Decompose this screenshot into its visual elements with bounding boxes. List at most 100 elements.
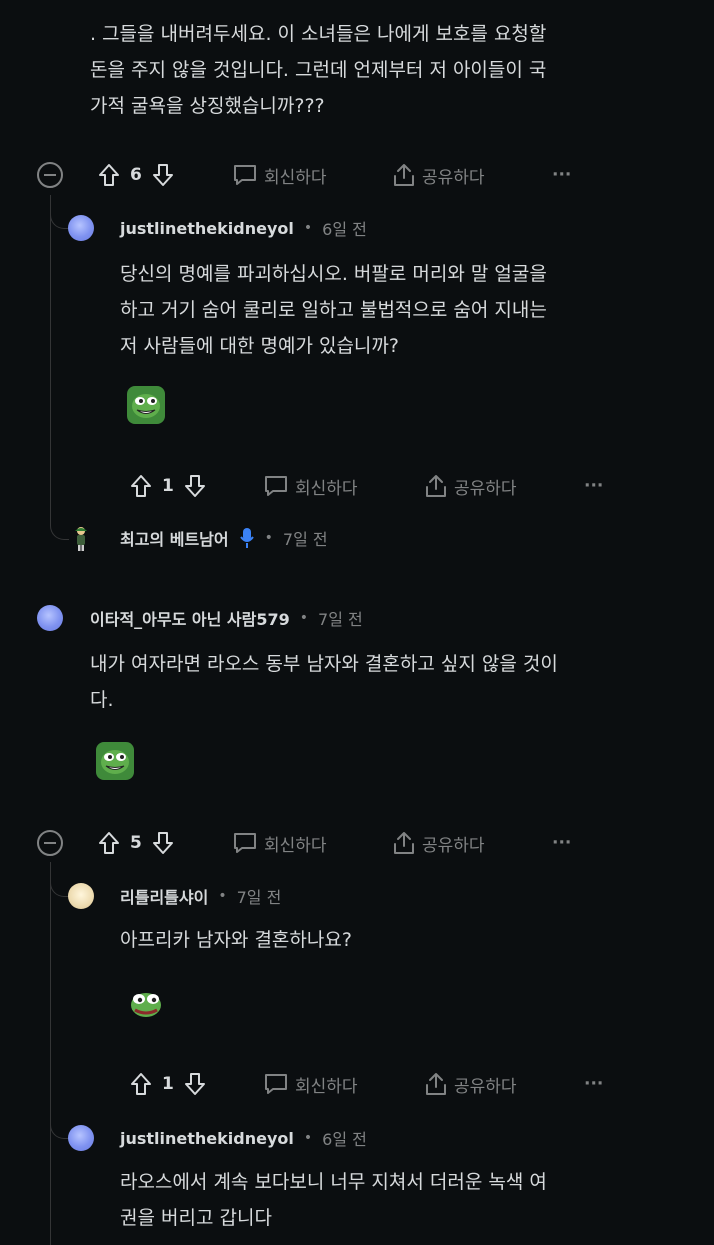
vote-bar: 5 [98,828,174,858]
upvote-icon[interactable] [98,831,120,855]
comment-line: 돈을 주지 않을 것입니다. 그런데 언제부터 저 아이들이 국 [90,59,547,81]
username[interactable]: 이타적_아무도 아닌 사람579 [90,606,290,630]
more-options-button[interactable]: ··· [584,471,603,501]
timestamp: 7일 전 [318,610,363,629]
comment-line: 다. [90,689,114,711]
comment-body: 당신의 명예를 파괴하십시오. 버팔로 머리와 말 얼굴을 하고 거기 숨어 쿨… [120,256,700,364]
upvote-icon[interactable] [98,163,120,187]
upvote-icon[interactable] [130,474,152,498]
username[interactable]: justlinethekidneyol [120,219,294,238]
pepe-sticker [127,985,165,1023]
comment-line: 내가 여자라면 라오스 동부 남자와 결혼하고 싶지 않을 것이 [90,653,558,675]
avatar[interactable] [37,605,63,631]
comment-body: 내가 여자라면 라오스 동부 남자와 결혼하고 싶지 않을 것이 다. [90,646,700,718]
share-label: 공유하다 [422,835,485,856]
separator-dot: • [303,220,313,236]
comment-line: 당신의 명예를 파괴하십시오. 버팔로 머리와 말 얼굴을 [120,263,547,285]
reply-label: 회신하다 [295,478,358,499]
share-button[interactable]: 공유하다 [424,471,517,501]
reply-button[interactable]: 회신하다 [232,828,327,858]
avatar[interactable] [68,883,94,909]
thread-line [50,195,51,525]
comment-line: 라오스에서 계속 보다보니 너무 지쳐서 더러운 녹색 여 [120,1171,547,1193]
share-button[interactable]: 공유하다 [424,1069,517,1099]
username[interactable]: 리틀리틀샤이 [120,884,208,908]
username[interactable]: justlinethekidneyol [120,1129,294,1148]
reply-label: 회신하다 [295,1076,358,1097]
separator-dot: • [299,610,309,626]
thread-connector [50,515,69,540]
comment-line: 하고 거기 숨어 쿨리로 일하고 불법적으로 숨어 지내는 [120,299,547,321]
reply-button[interactable]: 회신하다 [263,1069,358,1099]
timestamp: 6일 전 [322,1130,367,1149]
comment-header: 이타적_아무도 아닌 사람579 • 7일 전 [90,606,363,630]
comment-icon [234,165,256,185]
pepe-sticker [127,386,165,424]
thread-connector [50,876,69,897]
share-label: 공유하다 [454,1076,517,1097]
comment-line: 저 사람들에 대한 명예가 있습니까? [120,335,399,357]
reply-button[interactable]: 회신하다 [263,471,358,501]
share-icon [426,475,446,497]
comment-body: . 그들을 내버려두세요. 이 소녀들은 나에게 보호를 요청할 돈을 주지 않… [90,16,700,124]
comment-body: 아프리카 남자와 결혼하나요? [120,922,700,958]
timestamp: 7일 전 [236,888,282,907]
downvote-icon[interactable] [152,163,174,187]
collapse-icon[interactable] [37,162,63,188]
vote-count: 1 [162,476,174,496]
comment-line: 권을 버리고 갑니다 [120,1207,272,1229]
comment-line: 아프리카 남자와 결혼하나요? [120,929,352,951]
more-icon: ··· [584,476,604,496]
reply-label: 회신하다 [264,167,327,188]
comment-header: 리틀리틀샤이 • 7일 전 [120,884,281,908]
share-icon [394,832,414,854]
more-icon: ··· [552,165,572,185]
vote-count: 6 [130,165,142,185]
share-button[interactable]: 공유하다 [392,160,485,190]
comment-icon [234,833,256,853]
avatar[interactable] [68,215,94,241]
timestamp: 7일 전 [282,530,328,549]
separator-dot: • [303,1130,313,1146]
more-icon: ··· [584,1074,604,1094]
reply-label: 회신하다 [264,835,327,856]
comment-header: justlinethekidneyol • 6일 전 [120,1126,367,1150]
avatar[interactable] [68,1125,94,1151]
comment-header: justlinethekidneyol • 6일 전 [120,216,367,240]
comment-line: 가적 굴욕을 상징했습니까??? [90,95,325,117]
comment-icon [265,476,287,496]
thread-line [50,862,51,1245]
reply-button[interactable]: 회신하다 [232,160,327,190]
vote-bar: 1 [130,471,206,501]
downvote-icon[interactable] [184,1072,206,1096]
comment-line: . 그들을 내버려두세요. 이 소녀들은 나에게 보호를 요청할 [90,23,547,45]
thread-connector [50,208,69,229]
share-label: 공유하다 [454,478,517,499]
more-options-button[interactable]: ··· [552,160,571,190]
timestamp: 6일 전 [322,220,367,239]
share-label: 공유하다 [422,167,485,188]
comment-icon [265,1074,287,1094]
separator-dot: • [218,888,227,904]
vote-count: 5 [130,833,142,853]
comment-body: 라오스에서 계속 보다보니 너무 지쳐서 더러운 녹색 여 권을 버리고 갑니다 [120,1164,700,1236]
mic-icon [239,528,254,548]
more-options-button[interactable]: ··· [552,828,571,858]
share-button[interactable]: 공유하다 [392,828,485,858]
thread-connector [50,1116,69,1139]
vote-bar: 6 [98,160,174,190]
downvote-icon[interactable] [152,831,174,855]
vote-bar: 1 [130,1069,206,1099]
vote-count: 1 [162,1074,174,1094]
more-icon: ··· [552,833,572,853]
downvote-icon[interactable] [184,474,206,498]
username[interactable]: 최고의 베트남어 [120,526,229,550]
comment-header: 최고의 베트남어 • 7일 전 [120,526,328,550]
share-icon [426,1073,446,1095]
upvote-icon[interactable] [130,1072,152,1096]
avatar[interactable] [68,525,94,553]
share-icon [394,164,414,186]
separator-dot: • [264,530,273,546]
more-options-button[interactable]: ··· [584,1069,603,1099]
collapse-icon[interactable] [37,830,63,856]
